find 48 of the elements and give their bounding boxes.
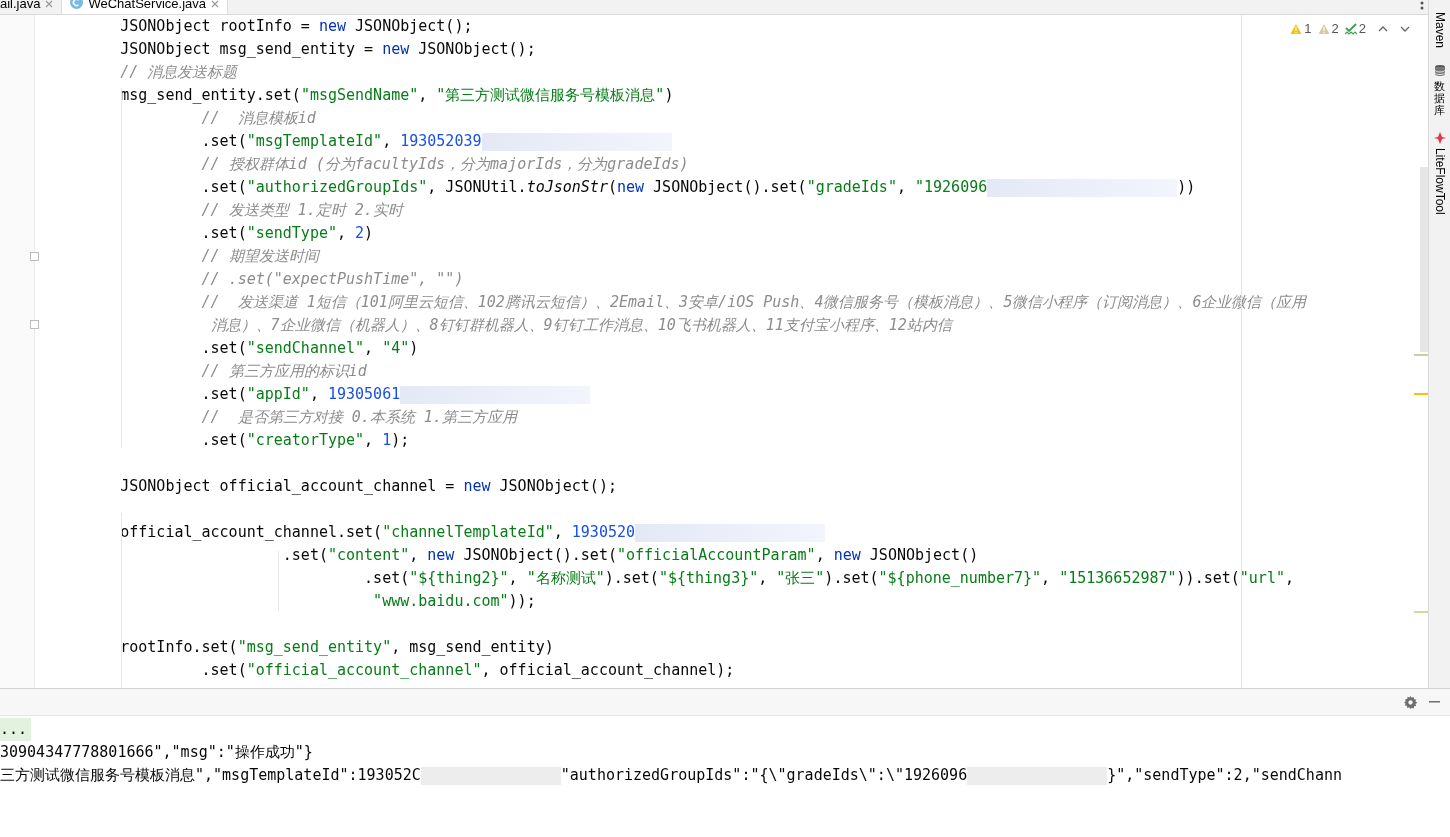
code-line: .set("msgTemplateId", 193052039	[48, 130, 672, 153]
code-comment: // 第三方应用的标识id	[200, 361, 367, 382]
check-icon	[1344, 22, 1357, 35]
code-comment: // 授权群体id (分为facultyIds，分为majorIds，分为gradeIds)	[200, 154, 689, 175]
star-icon	[1433, 132, 1446, 145]
code-line: .set("content", new JSONObject().set("officialAccountParam", new JSONObject()	[281, 545, 979, 566]
warning-icon	[1290, 22, 1303, 35]
code-line: .set("official_account_channel", official_account_channel);	[200, 660, 735, 681]
inspection-count: 1	[1304, 21, 1312, 36]
code-comment: // 消息模板id	[200, 108, 316, 129]
settings-icon[interactable]	[1404, 695, 1417, 709]
close-icon[interactable]	[211, 0, 219, 8]
code-line: official_account_channel.set("channelTemplateId", 1930520	[48, 521, 825, 544]
class-icon	[70, 0, 84, 9]
code-comment: // 发送类型 1.定时 2.实时	[200, 200, 403, 221]
code-line: JSONObject official_account_channel = new JSONObject();	[119, 476, 617, 497]
database-icon	[1433, 64, 1446, 77]
folded-lines[interactable]: ...	[0, 718, 32, 741]
scrollbar-thumb[interactable]	[1420, 167, 1428, 352]
code-line: .set("appId", 19305061	[48, 383, 591, 406]
inspection-count: 2	[1358, 21, 1366, 36]
console-line: 三方测试微信服务号模板消息","msgTemplateId":193052C "authorizedGroupIds":"{\"gradeIds\":\"1926096 }","sendType":2,"sendChann	[0, 765, 1342, 787]
code-line: JSONObject rootInfo = new JSONObject();	[119, 16, 473, 37]
code-comment: // 期望发送时间	[200, 246, 319, 267]
code-line: .set("sendChannel", "4")	[200, 338, 419, 359]
inspection-count: 2	[1331, 21, 1339, 36]
console-line: 30904347778801666","msg":"操作成功"}	[0, 742, 313, 763]
fold-marker[interactable]	[30, 320, 39, 329]
tool-window-button[interactable]: 数据库	[1433, 64, 1446, 117]
tool-window-button[interactable]: Maven	[1432, 12, 1447, 49]
close-icon[interactable]	[45, 0, 54, 8]
code-line: rootInfo.set("msg_send_entity", msg_send_entity)	[119, 637, 554, 658]
code-line: .set("creatorType", 1);	[200, 430, 410, 451]
minimize-icon[interactable]	[1429, 701, 1440, 703]
code-line: .set("sendType", 2)	[200, 223, 374, 244]
code-line: JSONObject msg_send_entity = new JSONObject();	[119, 39, 536, 60]
code-comment: // .set("expectPushTime", "")	[200, 269, 464, 290]
fold-marker[interactable]	[30, 252, 39, 261]
code-line: .set("authorizedGroupIds", JSONUtil.toJsonStr(new JSONObject().set("gradeIds", "1926096 ))	[200, 177, 1196, 199]
code-comment: 消息）、7企业微信（机器人）、8钉钉群机器人、9钉钉工作消息、10飞书机器人、11支付宝小程序、12站内信	[209, 315, 952, 336]
code-comment: // 消息发送标题	[119, 62, 238, 83]
code-line: msg_send_entity.set("msgSendName", "第三方测试微信服务号模板消息")	[119, 85, 674, 106]
tool-window-button[interactable]: LiteFlowTool	[1432, 132, 1447, 215]
more-icon[interactable]	[1420, 0, 1424, 10]
code-comment: // 是否第三方对接 0.本系统 1.第三方应用	[200, 407, 517, 428]
warning-icon	[1317, 22, 1330, 35]
code-line: "www.baidu.com"));	[372, 591, 536, 612]
code-line: .set("${thing2}", "名称测试").set("${thing3}", "张三").set("${phone_number7}", "15136652987")).set("url",	[363, 568, 1294, 589]
